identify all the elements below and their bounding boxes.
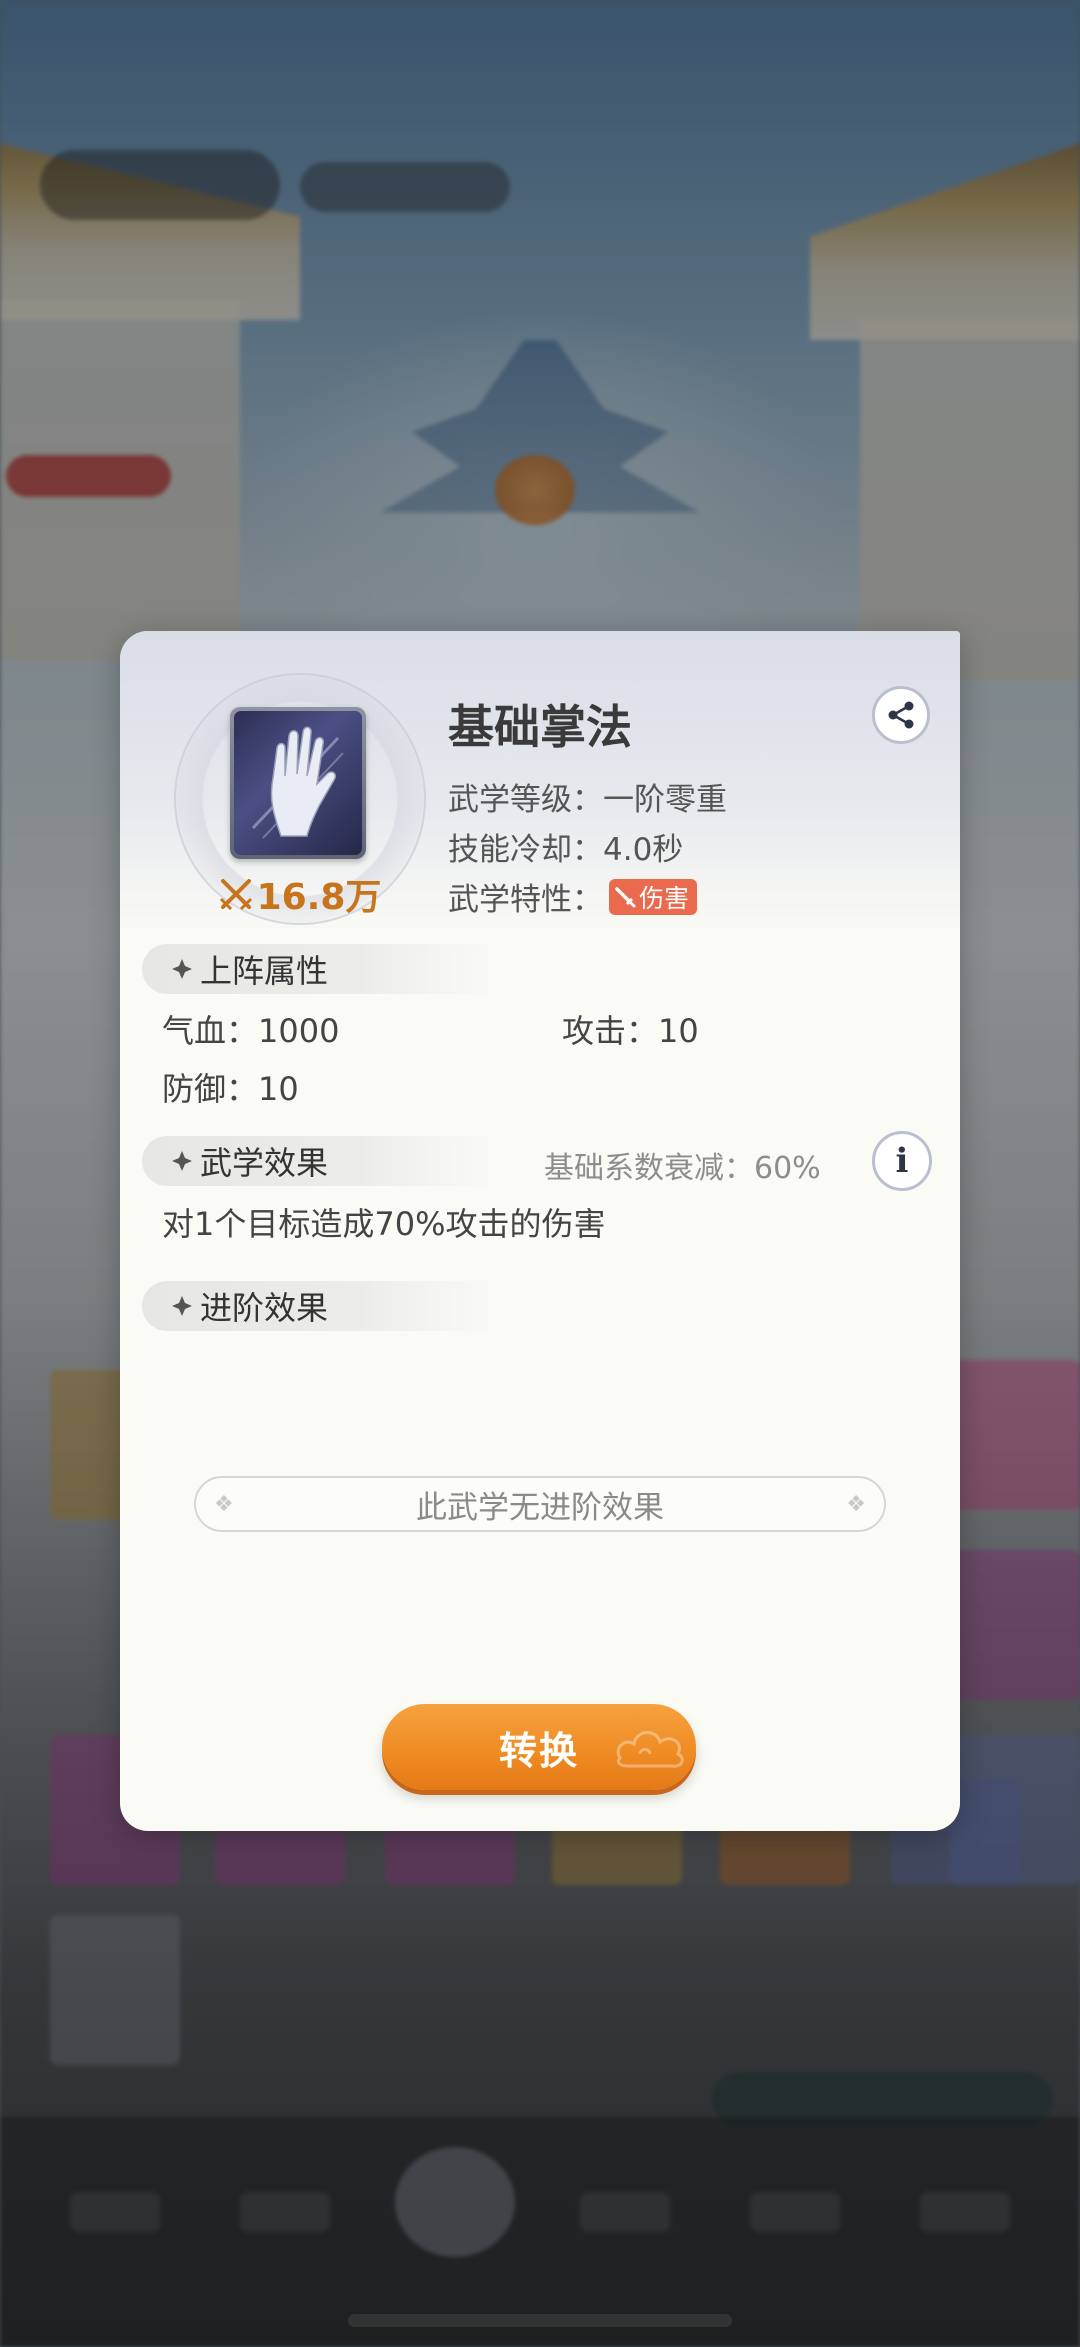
skill-cooldown: 技能冷却：4.0秒 — [448, 832, 684, 868]
convert-label: 转换 — [498, 1728, 579, 1773]
section-title-text: 上阵属性 — [200, 952, 329, 990]
cloud-ornament-icon — [616, 1731, 684, 1768]
section-title-text: 进阶效果 — [200, 1289, 329, 1327]
skill-icon[interactable] — [230, 707, 366, 859]
skill-name: 基础掌法 — [448, 700, 632, 754]
no-advance-text: 此武学无进阶效果 — [416, 1489, 664, 1526]
attribute-attack: 攻击：10 — [562, 1012, 699, 1050]
section-skill-effect: 武学效果 — [142, 1136, 502, 1186]
home-indicator[interactable] — [348, 2314, 732, 2327]
ornament-icon: ❖ — [846, 1492, 866, 1517]
attribute-defense: 防御：10 — [162, 1070, 299, 1108]
sword-icon — [615, 886, 636, 907]
info-button[interactable]: i — [872, 1131, 932, 1191]
skill-trait: 武学特性： 伤害 — [448, 874, 698, 919]
diamond-icon — [170, 1294, 194, 1318]
effect-description: 对1个目标造成70%攻击的伤害 — [162, 1205, 606, 1243]
ornament-icon: ❖ — [214, 1492, 234, 1517]
palm-icon — [234, 711, 362, 855]
convert-button[interactable]: 转换 — [382, 1704, 696, 1790]
diamond-icon — [170, 1149, 194, 1173]
attribute-hp: 气血：1000 — [162, 1012, 340, 1050]
share-icon — [888, 701, 914, 729]
no-advance-effect-notice: ❖ 此武学无进阶效果 ❖ — [194, 1476, 886, 1532]
section-deploy-attributes: 上阵属性 — [142, 944, 502, 994]
trait-badge-text: 伤害 — [639, 883, 690, 913]
trait-label: 武学特性： — [448, 882, 603, 918]
info-icon: i — [895, 1141, 909, 1181]
coefficient-decay: 基础系数衰减：60% — [544, 1151, 821, 1186]
trait-badge: 伤害 — [609, 878, 698, 915]
share-button[interactable] — [872, 686, 930, 744]
skill-level: 武学等级：一阶零重 — [448, 782, 727, 818]
diamond-icon — [170, 957, 194, 981]
section-advance-effect: 进阶效果 — [142, 1281, 502, 1331]
power-value: 16.8万 — [256, 877, 382, 918]
skill-power: 16.8万 — [216, 871, 384, 918]
section-title-text: 武学效果 — [200, 1144, 329, 1182]
crossed-swords-icon — [219, 879, 252, 911]
skill-detail-dialog: 16.8万 基础掌法 武学等级：一阶零重 技能冷却：4.0秒 武学特性： 伤害 … — [120, 631, 960, 1831]
